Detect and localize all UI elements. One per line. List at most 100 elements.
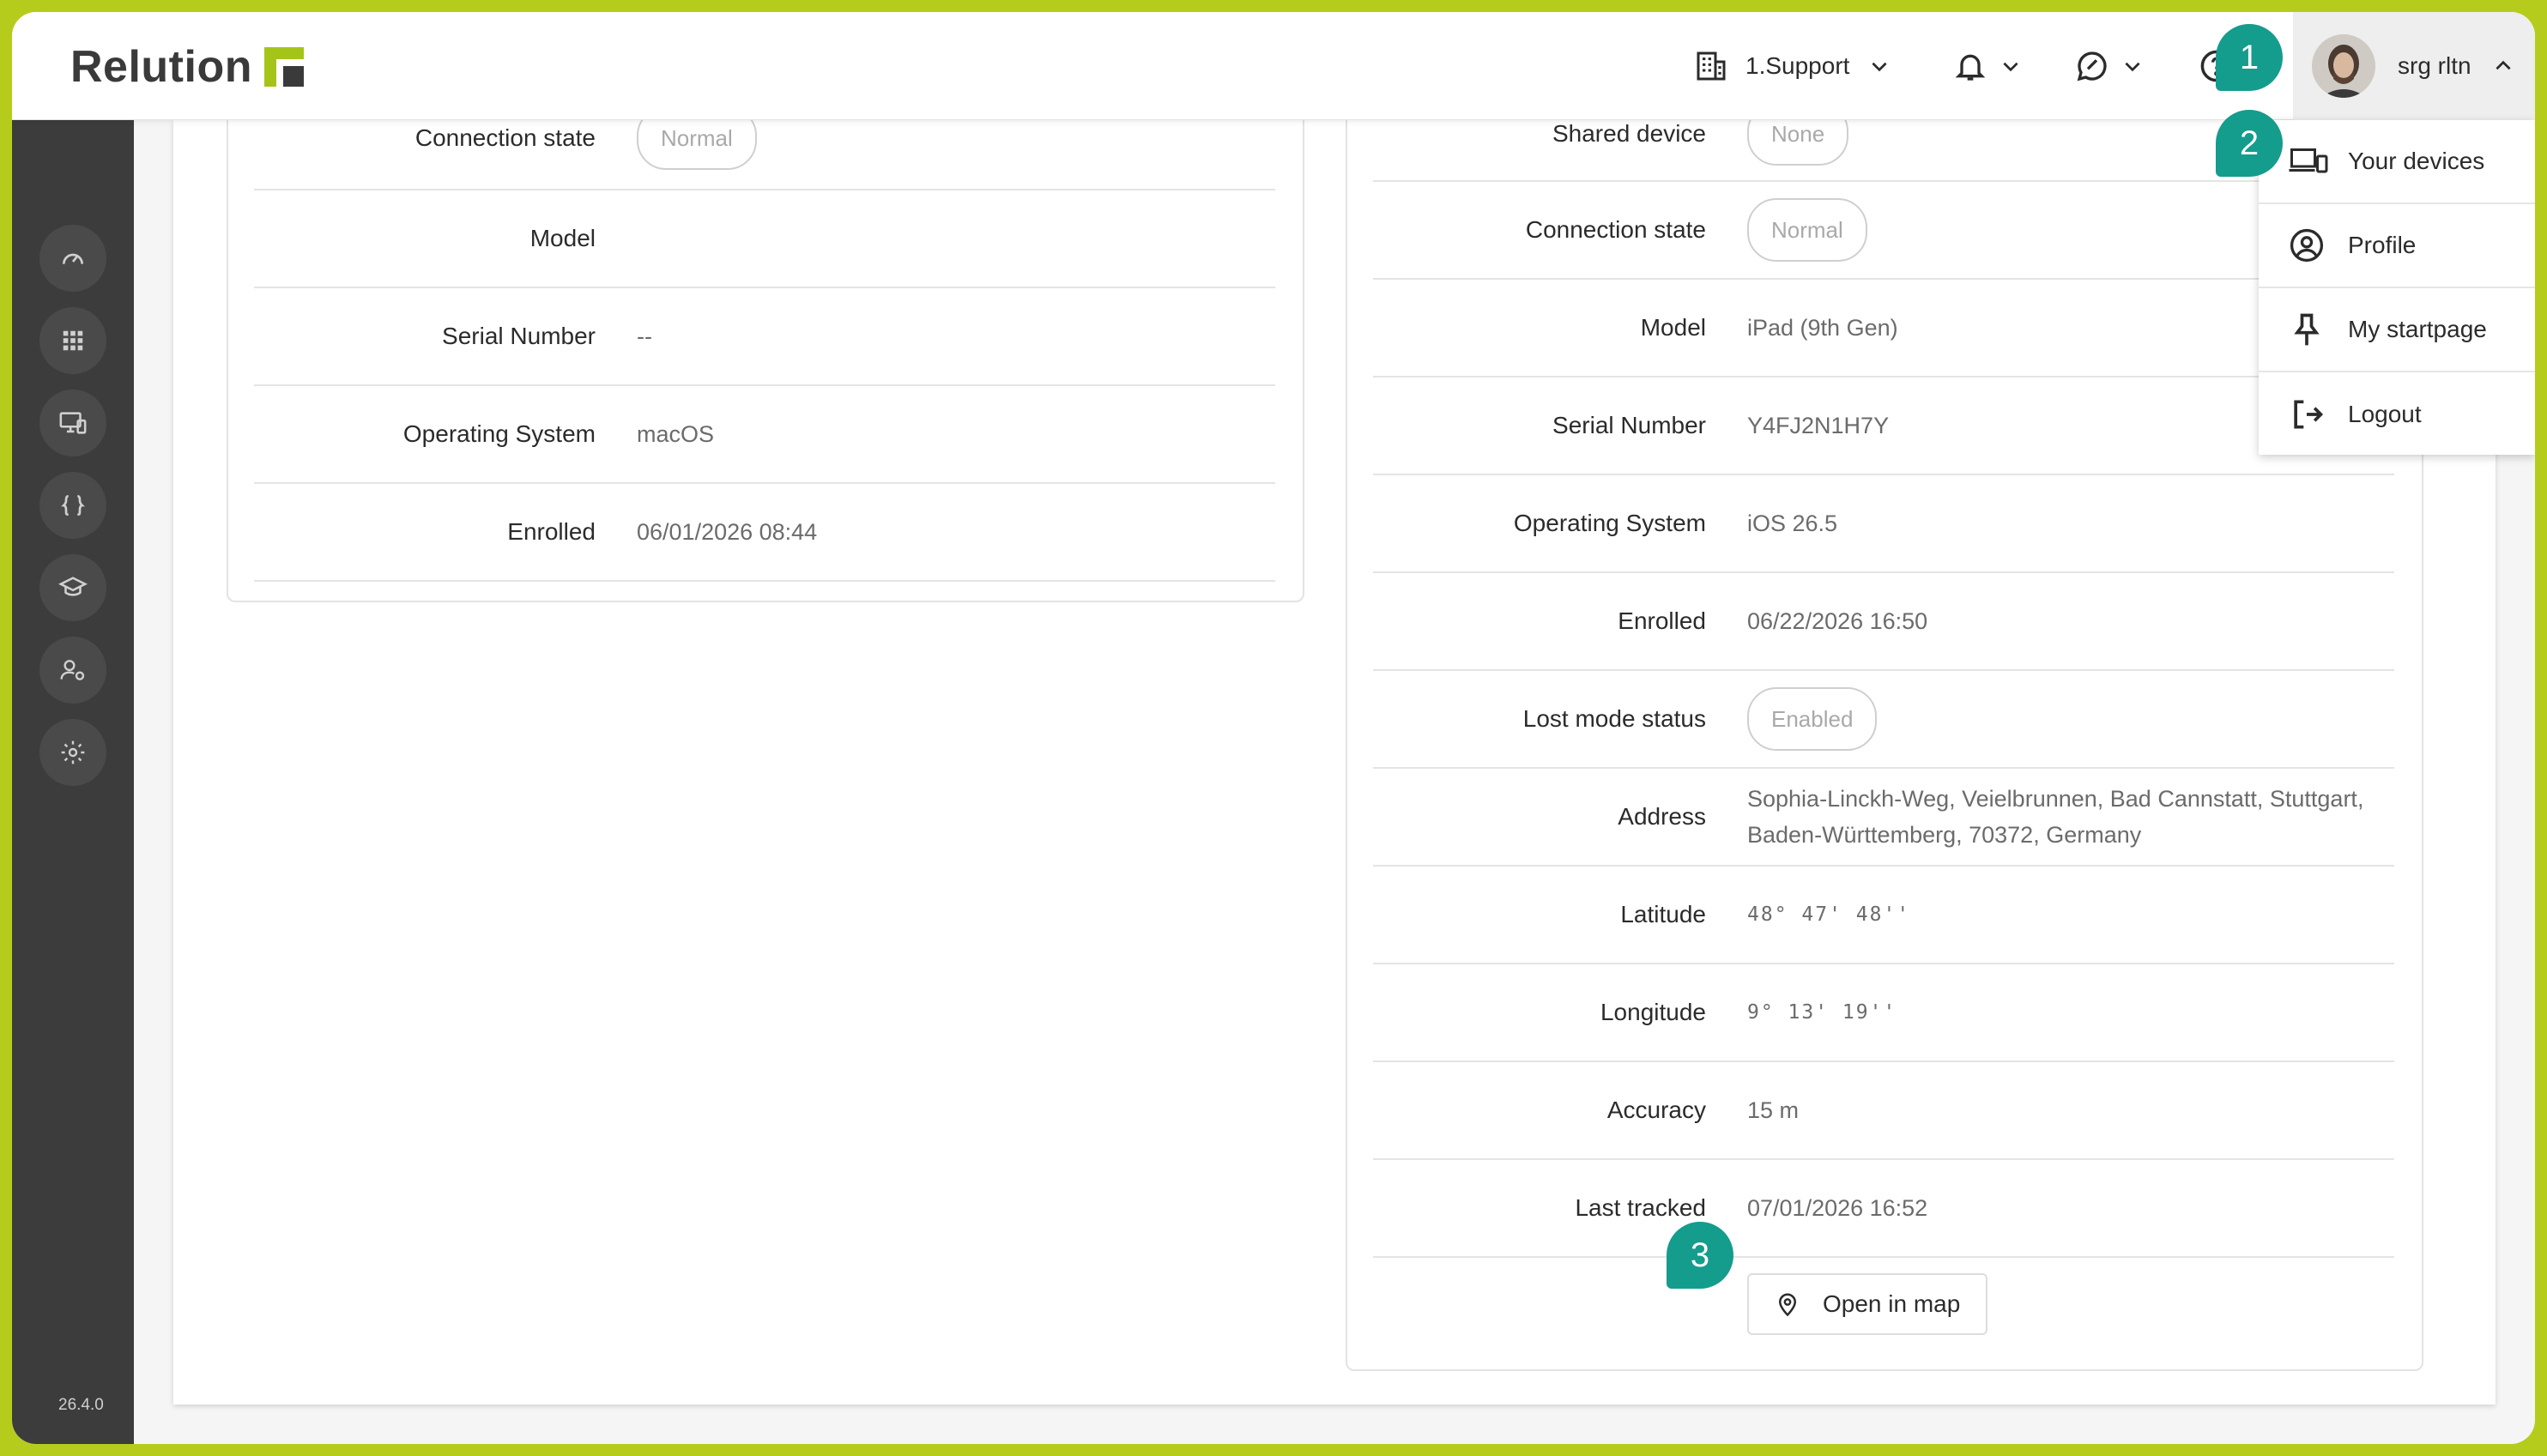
status-badge: Normal <box>1747 198 1867 262</box>
row-value: Y4FJ2N1H7Y <box>1747 413 1890 438</box>
logo-text: Relution <box>70 42 252 92</box>
detail-row-serial-number: Serial Number Y4FJ2N1H7Y <box>1373 378 2394 475</box>
detail-row-enrolled: Enrolled 06/01/2026 08:44 <box>254 484 1275 582</box>
row-value: macOS <box>637 421 715 447</box>
detail-row-enrolled: Enrolled 06/22/2026 16:50 <box>1373 573 2394 671</box>
chevron-down-icon <box>2003 62 2018 72</box>
sidebar-item-dashboard[interactable] <box>39 225 106 292</box>
menu-item-profile[interactable]: Profile <box>2259 204 2535 288</box>
sidebar-item-settings[interactable] <box>39 719 106 786</box>
messages-button[interactable] <box>2075 43 2144 89</box>
row-label: Operating System <box>1513 510 1706 536</box>
menu-item-my-startpage[interactable]: My startpage <box>2259 288 2535 372</box>
notifications-button[interactable] <box>1953 43 2022 89</box>
address-line-2: Baden-Württemberg, 70372, Germany <box>1747 822 2142 848</box>
bell-icon <box>1955 54 1986 81</box>
apps-grid-icon <box>63 330 83 351</box>
row-label: Last tracked <box>1575 1194 1706 1221</box>
menu-item-logout[interactable]: Logout <box>2259 372 2535 456</box>
menu-item-label: Logout <box>2348 401 2422 427</box>
row-value: iOS 26.5 <box>1747 511 1838 536</box>
row-label: Connection state <box>414 124 596 151</box>
detail-row-model: Model iPad (9th Gen) <box>1373 280 2394 378</box>
education-icon <box>58 577 88 596</box>
row-label: Connection state <box>1525 216 1706 243</box>
dashboard-icon <box>63 253 83 264</box>
row-label: Operating System <box>402 420 596 447</box>
app-window: Relution 1.Support srg rltn 26.4.0 Conne… <box>12 12 2535 1444</box>
address-line-1: Sophia-Linckh-Weg, Veielbrunnen, Bad Can… <box>1747 786 2364 812</box>
sidebar-item-education[interactable] <box>39 554 106 621</box>
detail-row-serial-number: Serial Number -- <box>254 288 1275 386</box>
detail-row-lost-mode-status: Lost mode status Enabled <box>1373 671 2394 769</box>
organization-name: 1.Support <box>1745 52 1850 79</box>
detail-row-address: Address Sophia-Linckh-Weg, Veielbrunnen,… <box>1373 769 2394 867</box>
users-settings-icon <box>60 660 85 680</box>
code-braces-icon <box>61 495 85 516</box>
app-version: 26.4.0 <box>58 1396 104 1414</box>
detail-row-last-tracked: Last tracked 07/01/2026 16:52 <box>1373 1160 2394 1258</box>
chevron-down-icon <box>1872 62 1887 72</box>
detail-row-model: Model <box>254 190 1275 288</box>
menu-item-label: My startpage <box>2348 316 2487 342</box>
row-label: Shared device <box>1552 120 1706 147</box>
menu-item-label: Your devices <box>2348 148 2485 174</box>
user-dropdown-menu: Your devices Profile My startpage Logout <box>2259 120 2535 455</box>
callout-badge-2: 2 <box>2216 110 2283 177</box>
row-label: Model <box>1640 314 1706 341</box>
row-value: -- <box>637 323 652 349</box>
row-label: Enrolled <box>1618 607 1706 634</box>
open-in-map-button[interactable]: Open in map <box>1747 1273 1988 1335</box>
user-name: srg rltn <box>2398 52 2471 79</box>
row-value: 15 m <box>1747 1097 1800 1123</box>
sidebar-item-apps[interactable] <box>39 307 106 374</box>
devices-monitor-icon <box>59 412 87 434</box>
row-value: 06/22/2026 16:50 <box>1747 608 1928 634</box>
row-label: Address <box>1618 803 1706 830</box>
detail-row-accuracy: Accuracy 15 m <box>1373 1062 2394 1160</box>
row-value: 9° 13' 19'' <box>1747 1001 1897 1024</box>
user-menu-toggle[interactable]: srg rltn <box>2293 12 2535 120</box>
status-badge: Enabled <box>1747 687 1878 751</box>
menu-item-your-devices[interactable]: Your devices <box>2259 120 2535 204</box>
sidebar-item-scripts[interactable] <box>39 472 106 539</box>
building-icon <box>1697 51 1726 81</box>
row-label: Model <box>529 225 596 251</box>
detail-row-operating-system: Operating System macOS <box>254 386 1275 484</box>
row-value: 06/01/2026 08:44 <box>637 519 818 545</box>
top-header: Relution 1.Support srg rltn <box>12 12 2535 120</box>
user-circle-icon <box>2290 228 2324 263</box>
detail-row-longitude: Longitude 9° 13' 19'' <box>1373 964 2394 1062</box>
sidebar-item-users[interactable] <box>39 637 106 704</box>
chat-icon <box>2077 51 2107 82</box>
callout-badge-1: 1 <box>2216 24 2283 91</box>
logo-mark-icon <box>263 47 304 87</box>
organization-switcher[interactable]: 1.Support <box>1694 43 1891 89</box>
chevron-down-icon <box>2125 62 2140 72</box>
row-label: Longitude <box>1600 999 1706 1025</box>
map-pin-icon <box>1778 1293 1797 1317</box>
gear-icon <box>61 740 85 764</box>
detail-row-operating-system: Operating System iOS 26.5 <box>1373 475 2394 573</box>
pin-icon <box>2294 313 2320 346</box>
logout-icon <box>2294 400 2324 429</box>
row-label: Enrolled <box>507 518 596 545</box>
avatar <box>2312 34 2375 98</box>
row-label: Lost mode status <box>1522 705 1706 732</box>
sidebar: 26.4.0 <box>12 120 134 1444</box>
devices-icon <box>2289 148 2328 173</box>
callout-badge-3: 3 <box>1667 1222 1733 1289</box>
left-device-card: Connection state Normal Model Serial Num… <box>227 86 1304 602</box>
detail-row-connection-state: Connection state Normal <box>1373 182 2394 280</box>
row-value: 48° 47' 48'' <box>1747 903 1911 926</box>
user-photo-icon <box>2312 34 2375 98</box>
sidebar-item-devices[interactable] <box>39 390 106 456</box>
row-label: Latitude <box>1620 901 1706 927</box>
relution-logo[interactable]: Relution <box>70 41 304 93</box>
menu-item-label: Profile <box>2348 232 2417 258</box>
row-label: Accuracy <box>1606 1097 1706 1123</box>
row-value: Sophia-Linckh-Weg, Veielbrunnen, Bad Can… <box>1747 781 2363 853</box>
row-value: iPad (9th Gen) <box>1747 315 1898 341</box>
row-label: Serial Number <box>442 323 596 349</box>
open-in-map-label: Open in map <box>1823 1290 1961 1317</box>
